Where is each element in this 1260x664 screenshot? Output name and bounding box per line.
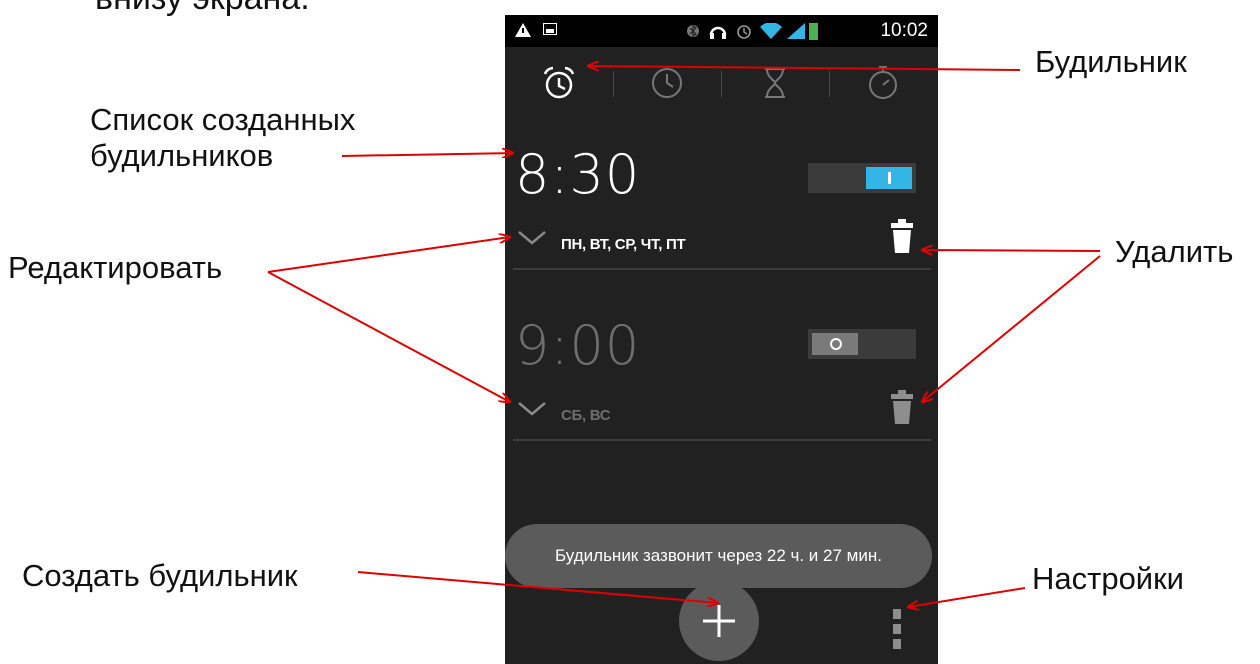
arrow-to-edit-2 (267, 271, 510, 402)
alarm-toggle-off[interactable] (808, 329, 916, 359)
trash-icon[interactable] (891, 219, 913, 253)
tab-bar (505, 47, 938, 119)
trash-icon[interactable] (891, 390, 913, 424)
hourglass-icon (765, 68, 785, 98)
menu-dot (893, 624, 901, 634)
arrow-to-edit-1 (267, 237, 510, 273)
label-alarm-list: Список созданных будильников (90, 102, 355, 174)
alarm-days: ПН, ВТ, СР, ЧТ, ПТ (561, 236, 686, 253)
phone-screen: 10:02 8:30 ПН, ВТ, СР, ЧТ, ПТ 9:00 СБ, В… (505, 15, 938, 664)
label-delete: Удалить (1115, 234, 1234, 269)
arrow-to-alarm-list (341, 153, 513, 156)
label-edit: Редактировать (8, 250, 223, 285)
alarm-toggle-on[interactable] (808, 163, 916, 193)
chevron-down-icon[interactable] (517, 229, 547, 247)
alarm-item[interactable]: 8:30 ПН, ВТ, СР, ЧТ, ПТ (505, 133, 938, 303)
add-alarm-button[interactable] (679, 581, 759, 661)
menu-dot (893, 639, 901, 649)
arrow-to-delete-1 (922, 250, 1101, 251)
image-icon (543, 23, 557, 35)
toggle-off-mark (830, 338, 842, 350)
clock-icon (652, 68, 682, 98)
alarm-days: СБ, ВС (561, 407, 611, 424)
label-alarm-list-line2: будильников (90, 138, 274, 173)
alarm-divider (513, 439, 931, 441)
tab-clock[interactable] (613, 47, 721, 119)
label-create-alarm: Создать будильник (22, 558, 298, 593)
status-bar: 10:02 (505, 15, 938, 47)
alarm-time[interactable]: 9:00 (515, 314, 640, 377)
toggle-thumb (812, 333, 858, 355)
tab-alarm[interactable] (505, 47, 613, 119)
tab-timer[interactable] (721, 47, 829, 119)
stopwatch-icon (869, 66, 897, 99)
arrow-to-delete-2 (922, 255, 1101, 402)
alarm-divider (513, 268, 931, 270)
chevron-down-icon[interactable] (517, 400, 547, 418)
wifi-icon (760, 23, 782, 39)
toggle-on-mark (888, 172, 891, 184)
label-alarm-list-line1: Список созданных (90, 102, 356, 137)
alarm-time[interactable]: 8:30 (515, 143, 640, 206)
overflow-menu-button[interactable] (889, 609, 909, 651)
status-time: 10:02 (880, 20, 928, 41)
bluetooth-icon (687, 24, 699, 38)
alarm-item[interactable]: 9:00 СБ, ВС (505, 304, 938, 474)
tab-stopwatch[interactable] (829, 47, 937, 119)
warning-icon (515, 23, 531, 37)
battery-icon (809, 23, 818, 40)
plus-icon (703, 605, 735, 637)
label-alarm-tab: Будильник (1035, 44, 1187, 79)
alarm-status-icon (737, 25, 751, 39)
headphones-icon (709, 26, 727, 39)
signal-icon (787, 23, 805, 39)
slide-title-fragment: внизу экрана. (95, 0, 310, 16)
toggle-thumb (866, 167, 912, 189)
label-settings: Настройки (1032, 561, 1185, 596)
alarm-clock-icon (543, 66, 575, 99)
toast-message: Будильник зазвонит через 22 ч. и 27 мин. (505, 524, 932, 588)
menu-dot (893, 609, 901, 619)
